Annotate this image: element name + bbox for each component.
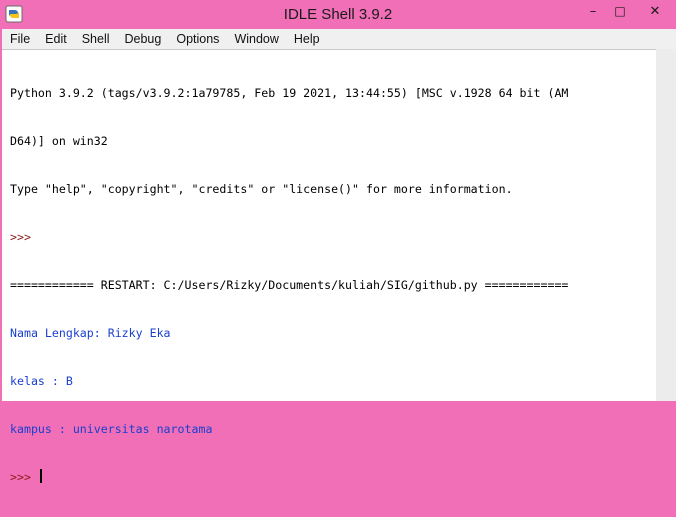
- menu-file[interactable]: File: [2, 29, 37, 49]
- shell-text-area[interactable]: Python 3.9.2 (tags/v3.9.2:1a79785, Feb 1…: [2, 49, 656, 484]
- menu-options[interactable]: Options: [168, 29, 226, 49]
- shell-line: Type "help", "copyright", "credits" or "…: [10, 182, 513, 196]
- shell-line: D64)] on win32: [10, 134, 108, 148]
- menu-debug[interactable]: Debug: [117, 29, 169, 49]
- idle-shell-window: IDLE Shell 3.9.2 – □ ✕ File Edit Shell D…: [0, 0, 676, 484]
- shell-output: Python 3.9.2 (tags/v3.9.2:1a79785, Feb 1…: [10, 53, 654, 517]
- shell-line: Python 3.9.2 (tags/v3.9.2:1a79785, Feb 1…: [10, 86, 569, 100]
- menu-shell[interactable]: Shell: [74, 29, 117, 49]
- title-bar[interactable]: IDLE Shell 3.9.2 – □ ✕: [0, 0, 676, 29]
- current-input-line[interactable]: >>>: [10, 469, 654, 485]
- menu-help[interactable]: Help: [286, 29, 327, 49]
- minimize-button[interactable]: –: [580, 0, 606, 22]
- window-title: IDLE Shell 3.9.2: [283, 6, 393, 23]
- close-button[interactable]: ✕: [634, 0, 676, 22]
- menu-window[interactable]: Window: [226, 29, 285, 49]
- close-icon: ✕: [649, 3, 661, 19]
- vertical-scrollbar[interactable]: [656, 49, 676, 401]
- stdout-line: Nama Lengkap: Rizky Eka: [10, 326, 171, 340]
- shell-prompt: >>>: [10, 230, 38, 244]
- stdout-line: kelas : B: [10, 374, 73, 388]
- minimize-icon: –: [589, 3, 597, 19]
- current-prompt: >>>: [10, 470, 38, 484]
- maximize-button[interactable]: □: [607, 0, 633, 22]
- maximize-icon: □: [614, 4, 626, 18]
- menu-bar: File Edit Shell Debug Options Window Hel…: [2, 29, 676, 49]
- restart-banner: ============ RESTART: C:/Users/Rizky/Doc…: [10, 278, 569, 292]
- stdout-line: kampus : universitas narotama: [10, 422, 213, 436]
- text-cursor: [39, 469, 42, 483]
- menu-edit[interactable]: Edit: [37, 29, 74, 49]
